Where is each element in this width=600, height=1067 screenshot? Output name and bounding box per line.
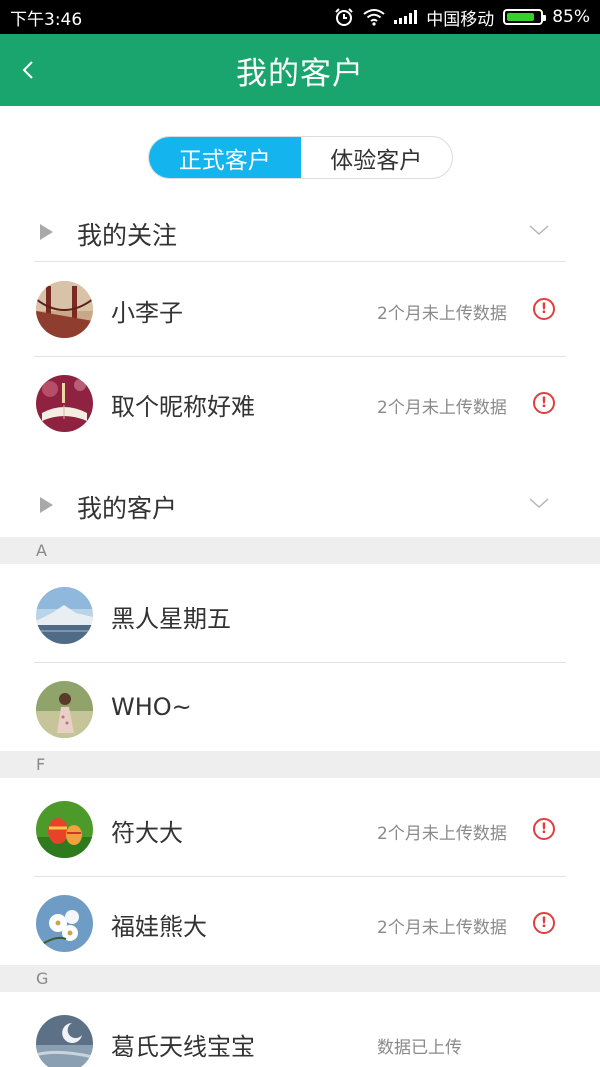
section-header-f: F	[0, 751, 600, 778]
list-item[interactable]: 福娃熊大 2个月未上传数据 !	[0, 877, 600, 971]
battery-icon	[503, 9, 547, 25]
moon-sky-photo-icon	[36, 1015, 93, 1067]
flowers-photo-icon	[36, 895, 93, 952]
chevron-down-icon[interactable]	[528, 222, 550, 238]
upload-status: 2个月未上传数据	[377, 918, 507, 938]
warning-icon: !	[533, 298, 555, 320]
warning-icon: !	[533, 392, 555, 414]
status-time: 下午3:46	[10, 9, 83, 30]
chevron-down-icon[interactable]	[528, 495, 550, 511]
status-bar: 下午3:46 中国移动 85%	[0, 0, 600, 34]
bridge-photo-icon	[36, 281, 93, 338]
section-header-g: G	[0, 965, 600, 992]
signal-icon	[394, 10, 418, 24]
customer-name: 取个昵称好难	[111, 393, 255, 421]
list-item[interactable]: 取个昵称好难 2个月未上传数据 !	[0, 357, 600, 451]
battery-percent: 85%	[552, 7, 590, 27]
group-title: 我的客户	[77, 494, 178, 523]
list-item[interactable]: 葛氏天线宝宝 数据已上传	[0, 997, 600, 1067]
upload-status: 数据已上传	[377, 1038, 462, 1058]
mountain-photo-icon	[36, 587, 93, 644]
avatar	[36, 375, 93, 432]
customer-name: WHO~	[111, 693, 192, 721]
group-header-favorites[interactable]: 我的关注	[0, 202, 600, 262]
warning-icon: !	[533, 818, 555, 840]
customer-type-tabs: 正式客户 体验客户	[148, 136, 453, 179]
tab-trial-customers[interactable]: 体验客户	[301, 137, 453, 178]
avatar	[36, 587, 93, 644]
avatar	[36, 895, 93, 952]
list-item[interactable]: 小李子 2个月未上传数据 !	[0, 263, 600, 357]
warning-icon: !	[533, 912, 555, 934]
avatar	[36, 281, 93, 338]
customer-name: 小李子	[111, 299, 183, 327]
book-photo-icon	[36, 375, 93, 432]
avatar	[36, 1015, 93, 1067]
divider	[34, 261, 566, 262]
avatar	[36, 801, 93, 858]
carrier-name: 中国移动	[426, 9, 495, 30]
wifi-icon	[363, 9, 385, 26]
list-item[interactable]: 符大大 2个月未上传数据 !	[0, 783, 600, 877]
section-header-a: A	[0, 537, 600, 564]
back-arrow-icon[interactable]	[14, 54, 44, 86]
alarm-icon	[335, 8, 353, 26]
status-right: 中国移动 85%	[334, 5, 590, 30]
group-header-customers[interactable]: 我的客户	[0, 475, 600, 535]
expand-triangle-icon	[40, 224, 53, 240]
group-title: 我的关注	[77, 221, 178, 250]
avatar	[36, 681, 93, 738]
customer-name: 葛氏天线宝宝	[111, 1033, 255, 1061]
list-item[interactable]: 黑人星期五	[0, 569, 600, 663]
customer-name: 符大大	[111, 819, 183, 847]
girl-photo-icon	[36, 681, 93, 738]
page-title: 我的客户	[236, 55, 364, 92]
upload-status: 2个月未上传数据	[377, 824, 507, 844]
upload-status: 2个月未上传数据	[377, 304, 507, 324]
upload-status: 2个月未上传数据	[377, 398, 507, 418]
customer-name: 黑人星期五	[111, 605, 231, 633]
customer-name: 福娃熊大	[111, 913, 207, 941]
tab-formal-customers[interactable]: 正式客户	[149, 137, 301, 178]
app-header: 我的客户	[0, 34, 600, 106]
easter-eggs-photo-icon	[36, 801, 93, 858]
expand-triangle-icon	[40, 497, 53, 513]
list-item[interactable]: WHO~	[0, 663, 600, 757]
